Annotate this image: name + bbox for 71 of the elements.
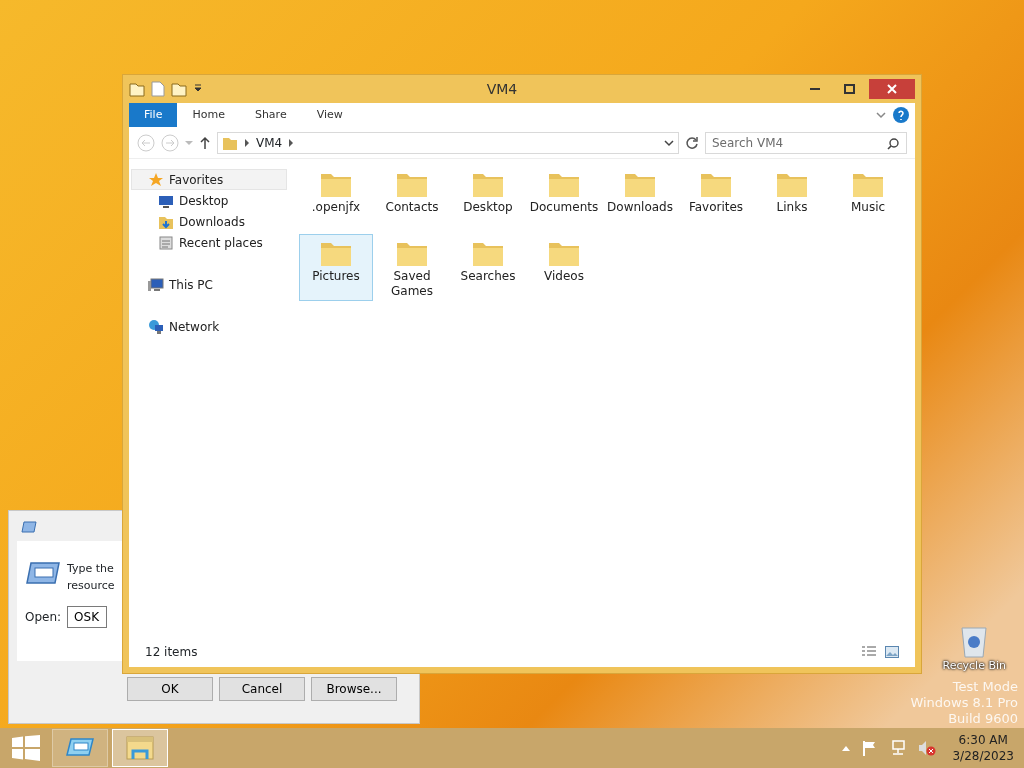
window-title: VM4 xyxy=(485,79,519,99)
nav-item[interactable]: This PC xyxy=(131,274,287,295)
nav-item[interactable]: Favorites xyxy=(131,169,287,190)
dialog-text: resource xyxy=(67,577,115,594)
watermark-text: Windows 8.1 Pro xyxy=(910,695,1018,711)
nav-item[interactable]: Desktop xyxy=(131,190,287,211)
chevron-right-icon xyxy=(244,138,250,147)
ribbon-tab[interactable]: Home xyxy=(177,103,240,127)
close-button[interactable] xyxy=(869,79,915,99)
details-view-icon[interactable] xyxy=(861,645,877,659)
address-bar[interactable]: VM4 xyxy=(217,131,679,154)
minimize-icon xyxy=(810,88,820,90)
up-arrow-icon[interactable] xyxy=(199,135,211,150)
forward-icon[interactable] xyxy=(161,133,179,152)
breadcrumb-item[interactable]: VM4 xyxy=(256,133,283,152)
chevron-right-icon xyxy=(288,138,295,147)
folder-item[interactable]: Videos xyxy=(527,234,601,301)
speaker-muted-icon[interactable] xyxy=(918,740,937,756)
caret-up-icon[interactable] xyxy=(842,745,851,751)
ribbon-tab[interactable]: Share xyxy=(239,103,302,127)
folder-icon[interactable] xyxy=(171,81,187,97)
folder-window-icon xyxy=(125,735,155,761)
folder-item[interactable]: Documents xyxy=(527,165,601,232)
back-icon[interactable] xyxy=(137,133,155,152)
folder-item[interactable]: .openjfx xyxy=(299,165,373,232)
folder-item[interactable]: Downloads xyxy=(603,165,677,232)
recent-places-icon xyxy=(158,234,174,251)
help-icon[interactable] xyxy=(893,107,909,123)
nav-item[interactable]: Network xyxy=(131,316,287,337)
file-menu-button[interactable]: File xyxy=(129,103,178,127)
refresh-icon[interactable] xyxy=(685,135,699,150)
dialog-button[interactable]: Cancel xyxy=(219,677,305,701)
network-icon[interactable] xyxy=(890,740,907,756)
trash-bin-icon xyxy=(959,624,990,658)
network-icon xyxy=(148,318,164,335)
large-icons-view-icon[interactable] xyxy=(885,646,899,658)
taskbar-app[interactable] xyxy=(112,729,168,767)
folder-item[interactable]: Favorites xyxy=(679,165,753,232)
clock-date: 3/28/2023 xyxy=(952,748,1014,764)
maximize-icon xyxy=(843,84,855,94)
search-icon[interactable] xyxy=(887,137,899,150)
folder-item[interactable]: Music xyxy=(831,165,905,232)
search-field[interactable]: Search VM4 xyxy=(705,131,907,154)
nav-item[interactable]: Downloads xyxy=(131,211,287,232)
clock-time: 6:30 AM xyxy=(957,732,1009,748)
document-icon[interactable] xyxy=(151,81,165,97)
ribbon-tab[interactable]: View xyxy=(301,103,358,127)
folder-item[interactable]: Pictures xyxy=(299,234,373,301)
run-icon xyxy=(25,561,61,585)
folder-item[interactable]: Desktop xyxy=(451,165,525,232)
dialog-text: Type the xyxy=(67,561,115,577)
dialog-button[interactable]: Browse... xyxy=(311,677,397,701)
run-icon xyxy=(21,520,37,533)
folder-item[interactable]: Contacts xyxy=(375,165,449,232)
open-label: Open: xyxy=(25,609,62,626)
chevron-down-icon[interactable] xyxy=(664,137,674,148)
nav-item[interactable]: Recent places xyxy=(131,232,287,253)
status-text: 12 items xyxy=(145,644,198,661)
folder-item[interactable]: Links xyxy=(755,165,829,232)
computer-icon xyxy=(148,276,164,293)
folder-item[interactable]: Searches xyxy=(451,234,525,301)
folder-item[interactable]: Saved Games xyxy=(375,234,449,301)
windows-logo-icon xyxy=(12,735,40,761)
folder-icon[interactable] xyxy=(129,81,145,97)
watermark-text: Test Mode xyxy=(951,679,1018,695)
open-field[interactable]: OSK xyxy=(67,606,108,628)
star-icon xyxy=(148,171,164,188)
watermark-text: Build 9600 xyxy=(947,711,1018,727)
dialog-button[interactable]: OK xyxy=(127,677,213,701)
close-icon xyxy=(887,84,897,94)
taskbar-app[interactable] xyxy=(52,729,108,767)
